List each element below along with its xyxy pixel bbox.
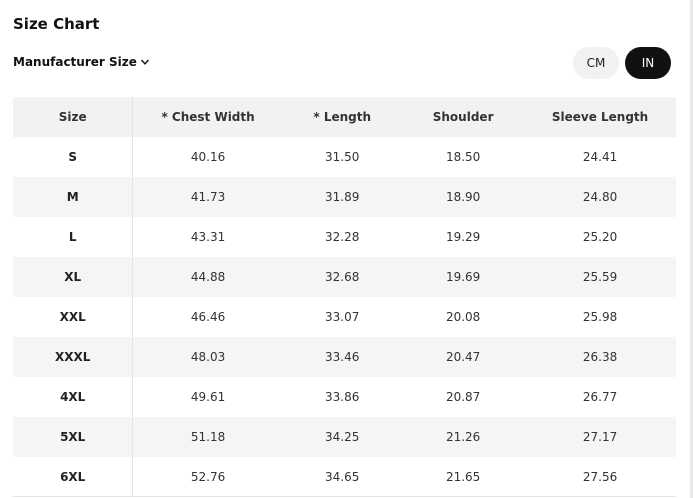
length-cell: 33.46 [282,337,402,377]
shoulder-cell: 18.90 [401,177,525,217]
sleeve-length-cell: 24.80 [524,177,676,217]
table-row: L 43.31 32.28 19.29 25.20 [13,217,676,257]
manufacturer-size-dropdown[interactable]: Manufacturer Size [13,55,150,69]
table-row: XL 44.88 32.68 19.69 25.59 [13,257,676,297]
sleeve-length-cell: 25.20 [582,230,618,244]
sleeve-length-cell: 26.77 [582,390,618,404]
length-cell: 31.89 [282,177,402,217]
unit-in-button[interactable]: IN [625,47,671,79]
length-cell: 34.25 [282,417,402,457]
page-title: Size Chart [13,15,100,33]
size-cell: 4XL [13,377,134,417]
header-sleeve-length: Sleeve Length [524,97,676,137]
shoulder-cell: 18.50 [445,150,481,164]
table-row: 4XL 49.61 33.86 20.87 26.77 [13,377,676,417]
shoulder-cell: 19.69 [401,257,525,297]
table-row: S 40.16 31.50 18.50 24.41 [13,137,676,177]
chest-width-cell: 43.31 [190,230,226,244]
sleeve-length-cell: 24.41 [582,150,618,164]
chest-width-cell: 51.18 [132,417,283,457]
chevron-down-icon [140,59,149,65]
size-cell: 6XL [13,457,134,497]
length-cell: 32.28 [325,230,360,244]
size-table: Size * Chest Width * Length Shoulder Sle… [13,97,676,497]
table-row: 6XL 52.76 34.65 21.65 27.56 [13,457,676,497]
chest-width-cell: 52.76 [190,470,226,484]
shoulder-cell: 20.08 [445,310,481,324]
table-bottom-divider [13,496,676,497]
size-cell: XL [13,257,134,297]
length-cell: 32.68 [282,257,402,297]
size-cell: XXL [13,297,134,337]
shoulder-cell: 19.29 [445,230,481,244]
length-cell: 33.07 [325,310,360,324]
table-header-row: Size * Chest Width * Length Shoulder Sle… [13,97,676,137]
chest-width-cell: 41.73 [132,177,283,217]
size-cell: M [13,177,134,217]
shoulder-cell: 21.65 [445,470,481,484]
sleeve-length-cell: 26.38 [524,337,676,377]
shoulder-cell: 20.87 [445,390,481,404]
chest-width-cell: 44.88 [132,257,283,297]
shoulder-cell: 20.47 [401,337,525,377]
size-cell: 5XL [13,417,134,457]
chest-width-cell: 49.61 [190,390,226,404]
chest-width-cell: 48.03 [132,337,283,377]
header-size: Size [13,97,134,137]
chest-width-cell: 40.16 [190,150,226,164]
manufacturer-size-label: Manufacturer Size [13,55,137,69]
table-row: M 41.73 31.89 18.90 24.80 [13,177,676,217]
chest-width-cell: 46.46 [190,310,226,324]
header-shoulder: Shoulder [401,97,525,137]
size-chart-panel: Size Chart Manufacturer Size CM IN Size … [0,0,693,498]
sleeve-length-cell: 27.17 [524,417,676,457]
size-cell: L [13,217,134,257]
length-cell: 31.50 [325,150,360,164]
table-row: XXXL 48.03 33.46 20.47 26.38 [13,337,676,377]
table-row: 5XL 51.18 34.25 21.26 27.17 [13,417,676,457]
unit-toggle: CM IN [573,47,671,79]
sleeve-length-cell: 25.59 [524,257,676,297]
header-chest-width: * Chest Width [132,97,283,137]
size-cell: S [13,137,134,177]
sleeve-length-cell: 27.56 [582,470,618,484]
length-cell: 34.65 [325,470,360,484]
sleeve-length-cell: 25.98 [582,310,618,324]
size-cell: XXXL [13,337,134,377]
unit-cm-button[interactable]: CM [573,47,619,79]
shoulder-cell: 21.26 [401,417,525,457]
header-length: * Length [282,97,402,137]
table-row: XXL 46.46 33.07 20.08 25.98 [13,297,676,337]
length-cell: 33.86 [325,390,360,404]
